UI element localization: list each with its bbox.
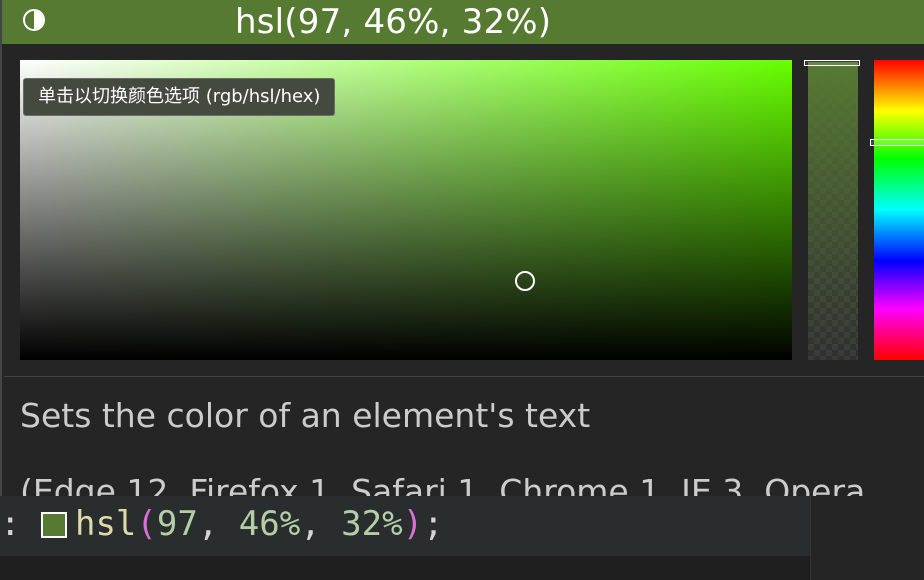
function-token: hsl [74, 504, 137, 544]
code-line[interactable]: : hsl(97, 46%, 32%); [0, 502, 444, 546]
color-picker-header[interactable]: hsl(97, 46%, 32%) [2, 0, 924, 44]
contrast-icon[interactable] [23, 9, 45, 31]
opacity-slider[interactable] [808, 62, 858, 360]
hue-arg-token: 97 [156, 504, 198, 544]
property-description: Sets the color of an element's text [20, 396, 591, 435]
hue-slider[interactable] [874, 60, 924, 360]
comma-token: , [197, 504, 239, 544]
opacity-gradient [808, 62, 858, 360]
saturation-handle[interactable] [515, 271, 535, 291]
minimap[interactable] [810, 496, 924, 580]
color-format-tooltip: 单击以切换颜色选项 (rgb/hsl/hex) [23, 78, 336, 116]
saturation-arg-token: 46% [238, 504, 301, 544]
colon-token: : [0, 504, 21, 544]
opacity-slider-handle[interactable] [804, 60, 860, 66]
lightness-arg-token: 32% [341, 504, 403, 544]
close-paren-token: ) [402, 504, 424, 544]
hue-slider-handle[interactable] [870, 139, 924, 146]
color-picker-widget: hsl(97, 46%, 32%) 单击以切换颜色选项 (rgb/hsl/hex… [0, 0, 924, 511]
color-value-label[interactable]: hsl(97, 46%, 32%) [235, 0, 551, 44]
semicolon-token: ; [423, 504, 444, 544]
comma-token: , [300, 504, 342, 544]
color-swatch-icon[interactable] [40, 512, 67, 538]
picker-divider [4, 376, 924, 377]
open-paren-token: ( [136, 504, 157, 544]
code-editor[interactable]: : hsl(97, 46%, 32%); [0, 496, 924, 580]
